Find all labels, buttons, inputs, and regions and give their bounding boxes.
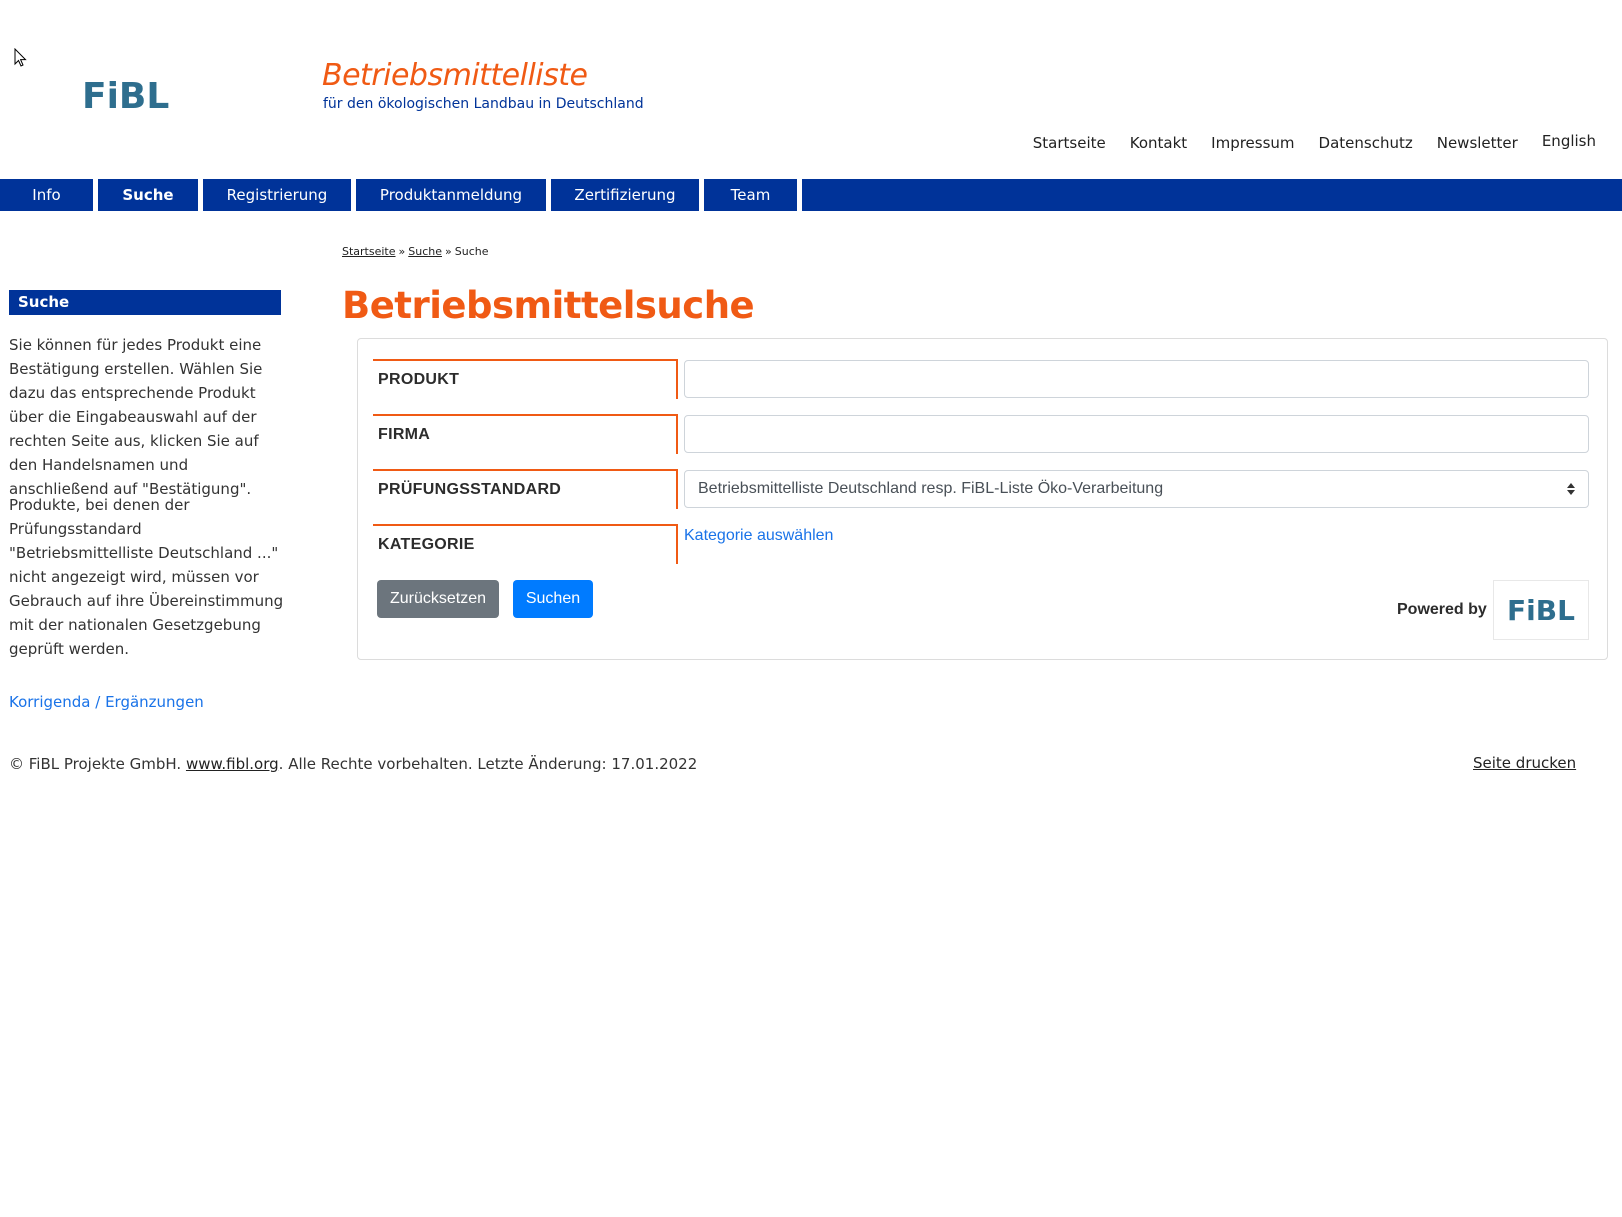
top-link-english[interactable]: English (1542, 132, 1596, 150)
mouse-cursor-icon (14, 48, 27, 67)
search-button[interactable]: Suchen (513, 580, 593, 618)
main-nav: Info Suche Registrierung Produktanmeldun… (0, 179, 1622, 211)
copyright-prefix: © FiBL Projekte GmbH. (9, 755, 186, 773)
powered-by-fibl-logo[interactable]: FiBL (1493, 580, 1589, 640)
top-link-startseite[interactable]: Startseite (1033, 134, 1106, 152)
form-row-pruefungsstandard: PRÜFUNGSSTANDARD Betriebsmittelliste Deu… (373, 469, 1589, 509)
kategorie-select-link[interactable]: Kategorie auswählen (684, 527, 833, 545)
pruefungsstandard-label: PRÜFUNGSSTANDARD (373, 469, 678, 509)
breadcrumb-current: Suche (454, 245, 489, 258)
powered-by-label: Powered by (1397, 601, 1487, 618)
sidebar-paragraph-2: Produkte, bei denen der Prüfungsstandard… (9, 496, 284, 658)
nav-item-team[interactable]: Team (704, 179, 797, 211)
form-row-firma: FIRMA (373, 414, 1589, 454)
top-link-impressum[interactable]: Impressum (1211, 134, 1294, 152)
pruefungsstandard-select[interactable]: Betriebsmittelliste Deutschland resp. Fi… (684, 470, 1589, 508)
top-link-newsletter[interactable]: Newsletter (1437, 134, 1518, 152)
nav-item-registrierung[interactable]: Registrierung (203, 179, 351, 211)
produkt-input[interactable] (684, 360, 1589, 398)
breadcrumb-separator: » (398, 245, 406, 258)
fibl-site-link[interactable]: www.fibl.org (186, 755, 279, 773)
breadcrumb: Startseite» Suche» Suche (342, 245, 488, 258)
nav-item-zertifizierung[interactable]: Zertifizierung (551, 179, 699, 211)
form-row-kategorie: KATEGORIE Kategorie auswählen (373, 524, 1587, 564)
nav-item-info[interactable]: Info (0, 179, 93, 211)
top-links: Startseite Kontakt Impressum Datenschutz… (1009, 132, 1596, 152)
fibl-logo[interactable]: FiBL (82, 76, 169, 117)
nav-item-produktanmeldung[interactable]: Produktanmeldung (356, 179, 546, 211)
kategorie-label: KATEGORIE (373, 524, 678, 564)
site-title: Betriebsmittelliste (322, 58, 588, 93)
nav-fill (802, 179, 1622, 211)
footer-copyright: © FiBL Projekte GmbH. www.fibl.org. Alle… (9, 755, 697, 773)
sidebar-heading: Suche (9, 290, 281, 315)
search-form: PRODUKT FIRMA PRÜFUNGSSTANDARD Betriebsm… (357, 338, 1608, 660)
print-page-link[interactable]: Seite drucken (1473, 754, 1576, 772)
page-title: Betriebsmittelsuche (342, 284, 755, 327)
pruefungsstandard-selected-value: Betriebsmittelliste Deutschland resp. Fi… (698, 480, 1164, 497)
top-link-kontakt[interactable]: Kontakt (1130, 134, 1187, 152)
korrigenda-link[interactable]: Korrigenda / Ergänzungen (9, 693, 204, 711)
firma-input[interactable] (684, 415, 1589, 453)
site-subtitle: für den ökologischen Landbau in Deutschl… (323, 96, 644, 112)
select-updown-arrow-icon (1567, 483, 1575, 495)
nav-item-suche[interactable]: Suche (98, 179, 198, 211)
firma-label: FIRMA (373, 414, 678, 454)
sidebar-paragraph-1: Sie können für jedes Produkt eine Bestät… (9, 336, 263, 498)
top-link-datenschutz[interactable]: Datenschutz (1319, 134, 1413, 152)
breadcrumb-suche[interactable]: Suche (408, 245, 442, 258)
breadcrumb-separator: » (445, 245, 452, 258)
copyright-suffix: . Alle Rechte vorbehalten. Letzte Änderu… (278, 755, 698, 773)
produkt-label: PRODUKT (373, 359, 678, 399)
form-row-produkt: PRODUKT (373, 359, 1589, 399)
breadcrumb-startseite[interactable]: Startseite (342, 245, 396, 258)
reset-button[interactable]: Zurücksetzen (377, 580, 499, 618)
